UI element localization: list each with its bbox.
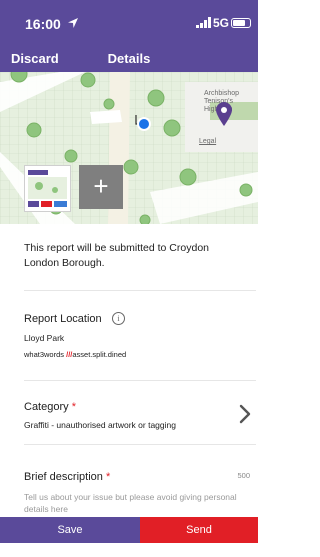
photo-thumbnail[interactable] (24, 165, 71, 212)
status-bar: 16:00 5G (0, 0, 258, 48)
required-mark: * (105, 471, 111, 483)
chevron-right-icon[interactable] (239, 404, 251, 424)
info-icon[interactable]: i (112, 312, 125, 325)
add-icon: + (93, 171, 109, 201)
nav-bar: Details Discard (0, 48, 258, 72)
divider (24, 290, 256, 291)
location-arrow-icon (68, 18, 78, 28)
home-indicator-area (0, 543, 258, 557)
description-input[interactable]: Tell us about your issue but please avoi… (24, 491, 246, 515)
submission-info: This report will be submitted to Croydon… (24, 242, 209, 269)
character-counter: 500 (237, 471, 250, 480)
send-button[interactable]: Send (140, 517, 258, 543)
w3w-words: asset.split.dined (72, 350, 127, 359)
status-time: 16:00 (25, 16, 61, 32)
signal-icon (196, 17, 211, 28)
divider (24, 444, 256, 445)
current-location-icon (137, 117, 151, 131)
map-pin-icon (216, 102, 232, 126)
map-legal-link[interactable]: Legal (199, 138, 216, 146)
map-label-archbishop: Archbishop (204, 90, 240, 97)
description-label: Brief description (24, 471, 103, 483)
what3words-address: what3words ///asset.split.dined (24, 350, 126, 359)
add-photo-button[interactable]: + (79, 165, 123, 209)
photo-thumbnail-image (25, 166, 70, 211)
category-value: Graffiti - unauthorised artwork or taggi… (24, 420, 176, 430)
category-title: Category * (24, 401, 76, 413)
network-type: 5G (213, 16, 230, 30)
divider (24, 380, 256, 381)
category-label: Category (24, 401, 69, 413)
description-title: Brief description * (24, 471, 110, 483)
w3w-prefix: what3words (24, 350, 67, 359)
required-mark: * (71, 401, 76, 413)
discard-button[interactable]: Discard (11, 51, 59, 66)
location-name: Lloyd Park (24, 333, 65, 343)
battery-icon (231, 18, 251, 28)
action-bar: Save Send (0, 517, 258, 543)
report-location-title: Report Location (24, 313, 102, 325)
save-button[interactable]: Save (0, 517, 140, 543)
